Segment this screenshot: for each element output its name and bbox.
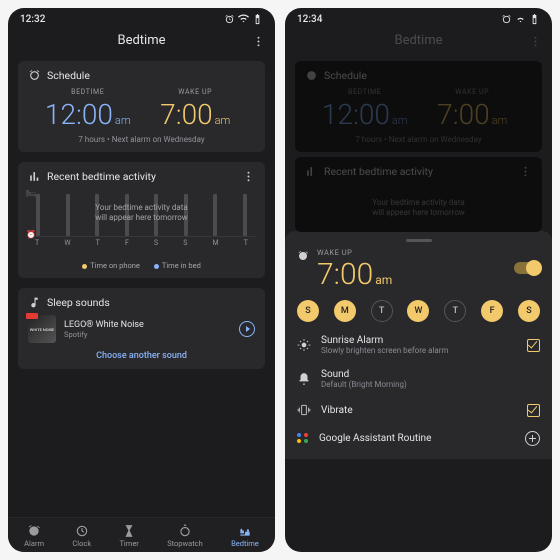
day-chip-4[interactable]: T: [444, 300, 466, 322]
play-button[interactable]: [239, 321, 255, 337]
status-icons: [224, 14, 263, 25]
wake-up-time[interactable]: 7:00am: [317, 257, 392, 292]
bar-chart-icon: [28, 170, 41, 183]
activity-overflow-button[interactable]: [242, 170, 255, 186]
wake-up-sheet: WAKE UP 7:00am SMTWTFS Sunrise AlarmSlow…: [285, 231, 552, 459]
wifi-icon: [238, 14, 249, 25]
wake-label: WAKE UP: [178, 88, 212, 96]
status-bar: 12:32: [8, 8, 275, 27]
sunrise-alarm-row[interactable]: Sunrise AlarmSlowly brighten screen befo…: [285, 328, 552, 362]
sleep-sounds-card: Sleep sounds WHITE NOISE LEGO® White Noi…: [18, 288, 265, 369]
day-chip-5[interactable]: F: [481, 300, 503, 322]
alarm-icon: [297, 250, 309, 262]
sunrise-checkbox[interactable]: [527, 339, 540, 352]
nav-timer[interactable]: Timer: [119, 524, 138, 548]
vibrate-icon: [297, 403, 311, 417]
bedtime-value: 12:00: [45, 98, 113, 131]
track-name: LEGO® White Noise: [64, 320, 144, 330]
bed-axis-icon: 🛏: [26, 189, 36, 198]
status-time: 12:34: [297, 14, 322, 25]
schedule-heading: Schedule: [47, 69, 90, 82]
choose-sound-button[interactable]: Choose another sound: [28, 351, 255, 361]
sound-item[interactable]: WHITE NOISE LEGO® White Noise Spotify: [28, 315, 255, 343]
alarm-icon: [224, 14, 235, 25]
album-art: WHITE NOISE: [28, 315, 56, 343]
wake-ampm: am: [215, 114, 231, 127]
day-selector: SMTWTFS: [285, 292, 552, 328]
nav-clock[interactable]: Clock: [72, 524, 91, 548]
bell-icon: [297, 372, 311, 386]
activity-msg-2: will appear here tomorrow: [28, 213, 255, 223]
page-title: Bedtime: [117, 33, 165, 48]
sunrise-icon: [297, 338, 311, 352]
bottom-nav: Alarm Clock Timer Stopwatch Bedtime: [8, 517, 275, 552]
chart-legend: Time on phone Time in bed: [28, 261, 255, 270]
vibrate-checkbox[interactable]: [527, 404, 540, 417]
track-source: Spotify: [64, 330, 144, 339]
wake-column[interactable]: WAKE UP 7:00am: [142, 84, 250, 131]
bedtime-ampm: am: [115, 114, 131, 127]
schedule-footer: 7 hours • Next alarm on Wednesday: [28, 135, 255, 144]
app-bar: Bedtime: [285, 27, 552, 56]
activity-card: Recent bedtime activity 🛏 ⏰ Your bedtime…: [18, 162, 265, 278]
activity-chart: 🛏 ⏰ Your bedtime activity data will appe…: [28, 189, 255, 257]
chart-day-labels: TW TF SS MT: [28, 237, 255, 247]
activity-msg-1: Your bedtime activity data: [28, 203, 255, 213]
alarm-icon: [501, 14, 512, 25]
alarm-axis-icon: ⏰: [26, 230, 36, 239]
status-icons: [501, 14, 540, 25]
battery-icon: [529, 14, 540, 25]
battery-icon: [252, 14, 263, 25]
activity-card-dimmed: Recent bedtime activity Your bedtime act…: [295, 157, 542, 232]
wake-up-label: WAKE UP: [317, 248, 392, 257]
schedule-card[interactable]: Schedule BEDTIME 12:00am WAKE UP 7:00am …: [18, 61, 265, 152]
page-title: Bedtime: [394, 33, 442, 48]
vibrate-row[interactable]: Vibrate: [285, 396, 552, 424]
bedtime-label: BEDTIME: [71, 88, 104, 96]
bedtime-column[interactable]: BEDTIME 12:00am: [34, 84, 142, 131]
schedule-card-dimmed: Schedule BEDTIME12:00am WAKE UP7:00am 7 …: [295, 61, 542, 152]
add-routine-button[interactable]: [525, 431, 540, 446]
nav-stopwatch[interactable]: Stopwatch: [167, 524, 203, 548]
day-chip-6[interactable]: S: [518, 300, 540, 322]
phone-left: 12:32 Bedtime Schedule BEDTIME 12:00a: [8, 8, 275, 552]
alarm-schedule-icon: [28, 69, 41, 82]
sound-row[interactable]: SoundDefault (Bright Morning): [285, 362, 552, 396]
day-chip-3[interactable]: W: [407, 300, 429, 322]
phone-right: 12:34 Bedtime Schedule BEDTIME12:00am WA…: [285, 8, 552, 552]
music-note-icon: [28, 296, 41, 309]
sheet-handle[interactable]: [406, 239, 432, 242]
app-bar: Bedtime: [8, 27, 275, 56]
day-chip-0[interactable]: S: [297, 300, 319, 322]
day-chip-1[interactable]: M: [334, 300, 356, 322]
activity-heading: Recent bedtime activity: [47, 170, 156, 183]
wake-value: 7:00: [160, 98, 212, 131]
status-bar: 12:34: [285, 8, 552, 27]
overflow-button[interactable]: [252, 33, 265, 52]
nav-alarm[interactable]: Alarm: [24, 524, 44, 548]
assistant-icon: [297, 433, 309, 445]
nav-bedtime[interactable]: Bedtime: [231, 524, 259, 548]
assistant-routine-row[interactable]: Google Assistant Routine: [285, 424, 552, 453]
wifi-icon: [515, 14, 526, 25]
alarm-toggle[interactable]: [514, 262, 540, 274]
overflow-button: [529, 33, 542, 52]
status-time: 12:32: [20, 14, 45, 25]
day-chip-2[interactable]: T: [371, 300, 393, 322]
sounds-heading: Sleep sounds: [47, 296, 110, 309]
